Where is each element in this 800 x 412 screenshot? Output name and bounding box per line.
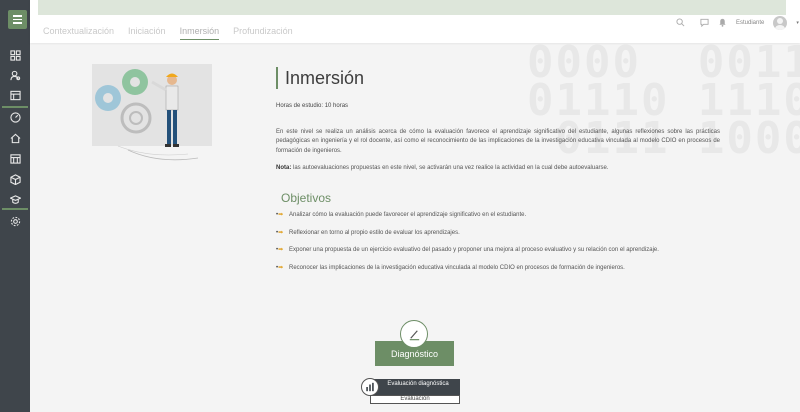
bullet-arrow-icon: •➡ (276, 264, 284, 271)
tab-profundizacion[interactable]: Profundización (233, 26, 293, 40)
objectives-list: •➡ Analizar cómo la evaluación puede fav… (276, 211, 722, 273)
pencil-icon[interactable] (400, 320, 428, 348)
tab-iniciacion[interactable]: Iniciación (128, 26, 166, 40)
top-banner-strip (38, 0, 786, 15)
objective-item: •➡ Reflexionar en torno al propio estilo… (276, 229, 722, 239)
objective-item: •➡ Exponer una propuesta de un ejercicio… (276, 246, 722, 256)
tab-inmersion[interactable]: Inmersión (179, 26, 220, 40)
bell-icon[interactable] (718, 14, 727, 32)
user-area: Estudiante ▾ (676, 14, 799, 32)
graduation-icon[interactable] (9, 193, 21, 205)
bullet-arrow-icon: •➡ (276, 212, 284, 218)
settings-icon[interactable] (9, 215, 21, 227)
objective-text: Reconocer las implicaciones de la invest… (289, 264, 625, 271)
sidebar-divider (2, 106, 28, 108)
level-description: En este nivel se realiza un análisis ace… (276, 129, 720, 154)
study-hours: Horas de estudio: 10 horas (276, 103, 349, 109)
search-icon[interactable] (676, 14, 685, 32)
sidebar-divider (2, 208, 28, 210)
tab-contextualizacion[interactable]: Contextualización (43, 26, 114, 40)
username-label[interactable]: Estudiante (736, 20, 764, 26)
calendar-icon[interactable] (9, 152, 21, 164)
chevron-down-icon[interactable]: ▾ (796, 20, 799, 26)
level-tabs: Contextualización Iniciación Inmersión P… (43, 26, 293, 40)
avatar[interactable] (773, 16, 788, 30)
note-label: Nota: (276, 165, 292, 171)
objective-item: •➡ Reconocer las implicaciones de la inv… (276, 264, 722, 274)
note-body: las autoevaluaciones propuestas en este … (291, 165, 609, 171)
eval-card-title[interactable]: Evaluación diagnóstica (370, 379, 460, 395)
chat-icon[interactable] (700, 14, 709, 32)
objective-item: •➡ Analizar cómo la evaluación puede fav… (276, 211, 722, 221)
menu-toggle-button[interactable] (8, 10, 27, 29)
page-title: Inmersión (276, 67, 364, 89)
book-icon[interactable] (9, 89, 21, 101)
bullet-arrow-icon: •➡ (276, 247, 284, 253)
green-gear-icon (122, 69, 148, 95)
speedometer-icon[interactable] (9, 111, 21, 123)
bar-chart-icon (361, 378, 379, 396)
box-icon[interactable] (9, 173, 21, 185)
user-search-icon[interactable] (9, 69, 21, 81)
objectives-title: Objetivos (281, 191, 332, 205)
dashboard-icon[interactable] (9, 49, 21, 61)
objective-text: Reflexionar en torno al propio estilo de… (289, 229, 460, 236)
eval-card-subtitle[interactable]: Evaluación (370, 395, 460, 404)
blue-gear-icon (95, 85, 121, 111)
sidebar (0, 0, 30, 412)
note-text: Nota: las autoevaluaciones propuestas en… (276, 165, 609, 171)
objective-text: Exponer una propuesta de un ejercicio ev… (289, 247, 659, 253)
engineer-gears-illustration (88, 60, 218, 170)
diagnostic-evaluation-card[interactable]: Evaluación diagnóstica Evaluación (361, 378, 460, 406)
bullet-arrow-icon: •➡ (276, 229, 284, 236)
objective-text: Analizar cómo la evaluación puede favore… (289, 212, 527, 218)
home-icon[interactable] (9, 132, 21, 144)
